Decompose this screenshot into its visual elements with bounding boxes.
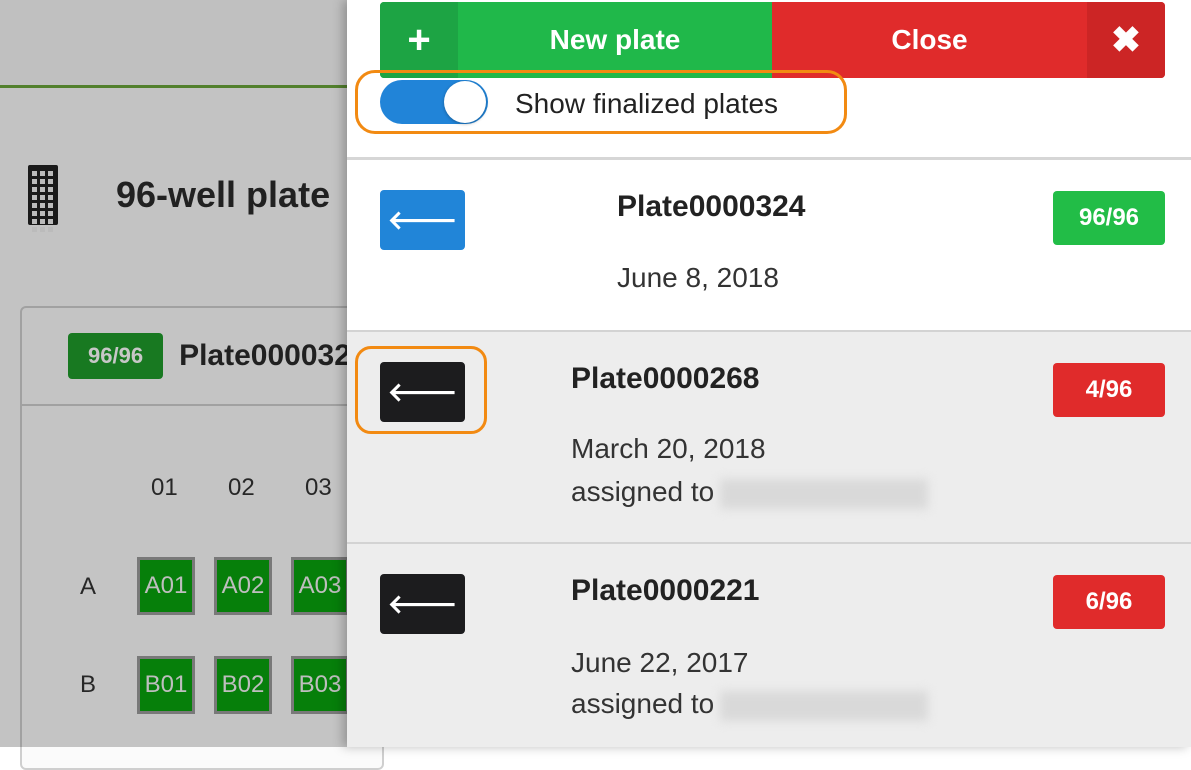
- select-plate-button[interactable]: 🡐: [380, 362, 465, 422]
- plate-name: Plate0000324: [617, 190, 806, 223]
- plate-list-item[interactable]: 🡐 Plate0000221 June 22, 2017 assigned to…: [347, 544, 1191, 747]
- close-button[interactable]: Close ✖: [772, 2, 1165, 78]
- plus-icon: +: [380, 2, 458, 78]
- plate-list-item[interactable]: 🡐 Plate0000324 June 8, 2018 96/96: [347, 160, 1191, 332]
- plate-name: Plate0000268: [571, 362, 760, 395]
- close-icon: ✖: [1087, 2, 1165, 78]
- plate-date: June 8, 2018: [617, 262, 779, 293]
- plate-selector-panel: + New plate Close ✖ Show finalized plate…: [347, 0, 1191, 747]
- panel-header: + New plate Close ✖ Show finalized plate…: [347, 0, 1191, 160]
- show-finalized-label: Show finalized plates: [515, 88, 779, 119]
- assigned-label: assigned to: [571, 688, 715, 719]
- plate-count-badge: 4/96: [1053, 363, 1165, 417]
- close-label: Close: [891, 24, 968, 55]
- show-finalized-toggle[interactable]: [380, 80, 488, 124]
- plate-date: March 20, 2018: [571, 433, 766, 464]
- plate-list-item[interactable]: 🡐 Plate0000268 March 20, 2018 assigned t…: [347, 332, 1191, 544]
- toggle-knob: [444, 81, 486, 123]
- plate-assignee: assigned to: [571, 476, 929, 509]
- select-plate-button[interactable]: 🡐: [380, 190, 465, 250]
- plate-count-badge: 96/96: [1053, 191, 1165, 245]
- arrow-left-icon: 🡐: [387, 376, 458, 407]
- new-plate-button[interactable]: + New plate: [380, 2, 772, 78]
- plate-assignee: assigned to: [571, 688, 929, 721]
- plate-count-badge: 6/96: [1053, 575, 1165, 629]
- assigned-label: assigned to: [571, 476, 715, 507]
- select-plate-button[interactable]: 🡐: [380, 574, 465, 634]
- arrow-left-icon: 🡐: [387, 588, 458, 619]
- plate-date: June 22, 2017: [571, 647, 749, 678]
- arrow-left-icon: 🡐: [387, 204, 458, 235]
- redacted-name: [720, 478, 929, 509]
- plate-name: Plate0000221: [571, 574, 760, 607]
- new-plate-label: New plate: [549, 24, 681, 55]
- redacted-name: [720, 690, 929, 721]
